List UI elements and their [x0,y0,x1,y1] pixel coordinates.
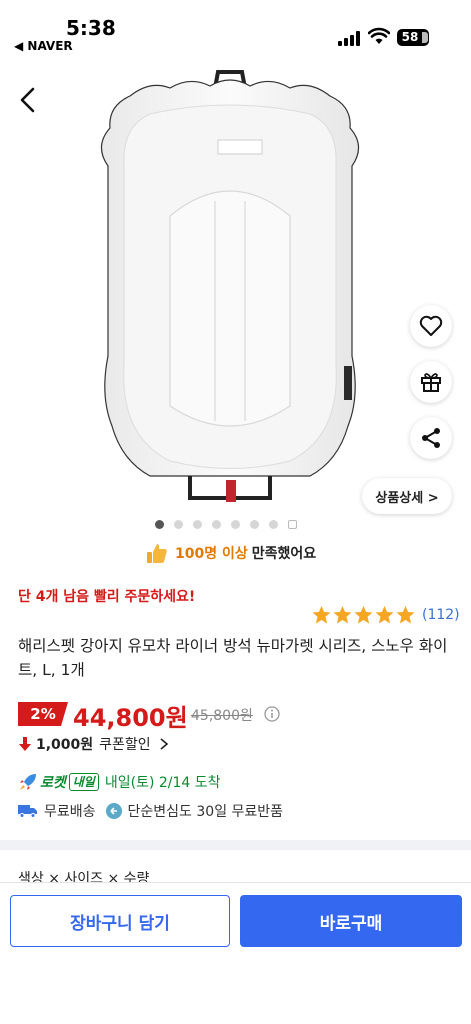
coupon-amount: 1,000원 [36,737,94,753]
down-arrow-icon [19,737,31,751]
status-time: 5:38 [66,16,116,40]
gift-button[interactable] [410,361,452,403]
return-icon [105,803,122,819]
original-price: 45,800원 [191,708,253,724]
star-icon [396,606,415,624]
delivery-eta: 내일(토) 2/14 도착 [104,775,221,791]
pagination-dot[interactable] [212,519,221,529]
rocket-delivery: 로켓 내일 내일(토) 2/14 도착 [18,772,221,792]
satisfaction-count: 100명 이상 [175,546,248,562]
add-to-cart-button[interactable]: 장바구니 담기 [10,895,230,947]
free-shipping: 무료배송 [18,801,96,821]
section-divider [0,840,471,850]
free-return: 단순변심도 30일 무료반품 [105,801,284,821]
share-icon [422,428,440,448]
back-chevron-icon[interactable] [16,86,40,114]
buy-now-button[interactable]: 바로구매 [240,895,462,947]
free-return-label: 단순변심도 30일 무료반품 [127,804,284,820]
status-bar: 5:38 ◀ NAVER 58 [0,0,471,60]
stock-notice: 단 4개 남음 빨리 주문하세요! [18,589,196,605]
heart-icon [419,315,443,336]
pagination-dot[interactable] [174,519,183,529]
product-title: 해리스펫 강아지 유모차 라이너 방석 뉴마가렛 시리즈, 스노우 화이트, L… [18,637,448,679]
gallery-grid-icon[interactable] [288,519,297,529]
discount-badge: 2% [18,702,68,726]
battery-level: 58 [401,30,419,44]
star-icon [375,606,394,624]
product-rating[interactable]: (112) [311,605,460,625]
bottom-action-bar: 장바구니 담기 바로구매 [0,882,471,1024]
info-icon[interactable] [264,706,280,722]
shipping-info: 무료배송 단순변심도 30일 무료반품 [18,801,293,821]
wishlist-button[interactable] [410,305,452,347]
coupon-discount[interactable]: 1,000원 쿠폰할인 [18,734,171,754]
star-icon [354,606,373,624]
rocket-icon [20,774,36,790]
sale-price: 44,800원 [73,704,188,732]
gallery-pagination [155,519,297,529]
cellular-signal-icon [338,30,362,46]
gift-icon [421,373,441,392]
coupon-label: 쿠폰할인 [99,737,151,753]
review-count[interactable]: (112) [422,607,460,623]
back-to-app-link[interactable]: ◀ NAVER [14,39,73,53]
chevron-right-icon [160,738,168,750]
product-detail-button[interactable]: 상품상세 > [362,478,452,514]
pagination-dot[interactable] [250,519,259,529]
satisfaction-text: 만족했어요 [251,546,317,562]
pagination-dot[interactable] [193,519,202,529]
truck-icon [18,805,37,818]
wifi-icon [368,27,390,44]
battery-icon: 58 [397,29,429,46]
share-button[interactable] [410,417,452,459]
free-shipping-label: 무료배송 [44,804,96,820]
rocket-label: 로켓 [40,775,66,791]
satisfaction-banner: 100명 이상 만족했어요 [145,540,316,566]
rocket-badge: 내일 [68,773,99,791]
rating-stars [311,605,416,625]
product-image[interactable] [90,66,370,514]
star-icon [333,606,352,624]
thumbs-up-icon [147,544,167,563]
pagination-dot[interactable] [269,519,278,529]
star-icon [312,606,331,624]
pagination-dot[interactable] [155,519,164,529]
pagination-dot[interactable] [231,519,240,529]
